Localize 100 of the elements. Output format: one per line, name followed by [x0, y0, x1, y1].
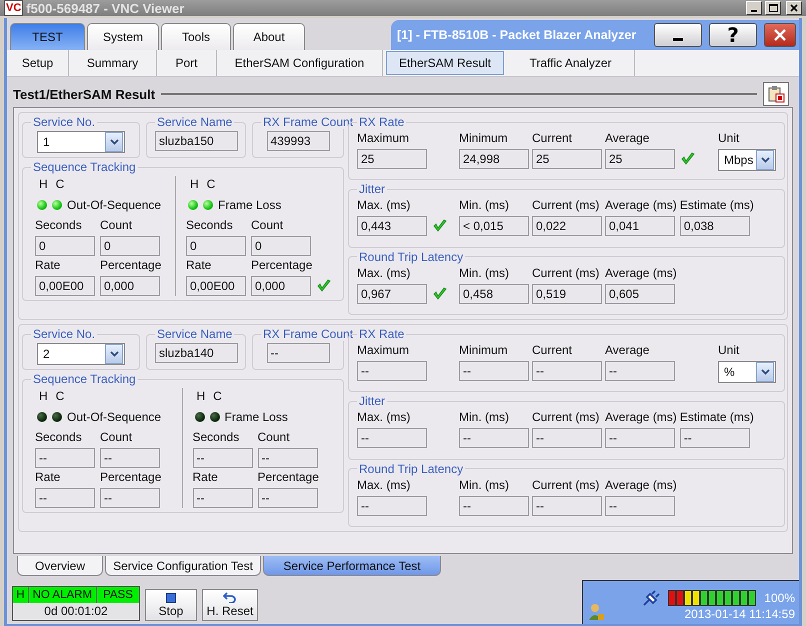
h-label: H — [39, 177, 48, 191]
alarm-cell: PASS — [96, 587, 139, 603]
value-field: -- — [459, 496, 529, 516]
chevron-down-icon — [110, 351, 118, 357]
group-label: Jitter — [358, 182, 386, 196]
field-label: Current (ms) — [532, 478, 600, 492]
value-field: -- — [605, 496, 675, 516]
field-label: Rate — [35, 470, 62, 484]
value-field: -- — [192, 488, 252, 508]
field-label: Estimate (ms) — [680, 198, 754, 212]
main-tab[interactable]: About — [233, 23, 305, 50]
checkmark-icon — [681, 152, 695, 166]
value-field: -- — [35, 448, 95, 468]
value-field: -- — [459, 428, 529, 448]
field-label: Percentage — [251, 258, 314, 272]
group-label: Service Name — [156, 327, 234, 341]
reset-button[interactable]: H. Reset — [202, 589, 258, 621]
value-field: 0,000 — [100, 276, 160, 296]
field-label: Average (ms) — [605, 410, 677, 424]
value-field: 439993 — [266, 131, 330, 151]
group-label: Service Name — [156, 115, 234, 129]
field-label: Rate — [186, 258, 212, 272]
field-label: Average (ms) — [605, 266, 677, 280]
service-dropdown[interactable]: 1 — [37, 131, 125, 153]
value-field: -- — [680, 428, 750, 448]
sub-tab[interactable]: EtherSAM Configuration — [217, 50, 383, 76]
user-lock-icon — [589, 603, 605, 621]
value-field: -- — [100, 448, 160, 468]
value-field: 0,00E00 — [186, 276, 246, 296]
field-label: Average (ms) — [605, 478, 677, 492]
h-label: H — [196, 389, 206, 403]
clipboard-icon — [767, 85, 785, 103]
clipboard-button[interactable] — [763, 82, 789, 106]
main-tab[interactable]: Tools — [161, 23, 231, 50]
close-button[interactable] — [764, 23, 796, 47]
field-label: Max. (ms) — [357, 266, 412, 280]
value-field: 0,519 — [532, 284, 602, 304]
bottom-tab[interactable]: Overview — [17, 556, 103, 576]
value-field: 0,00E00 — [35, 276, 95, 296]
monitor-label: Frame Loss — [224, 410, 288, 424]
minimize-button[interactable] — [654, 23, 702, 47]
value-field: -- — [532, 428, 602, 448]
value-field: -- — [258, 488, 318, 508]
service-dropdown[interactable]: 2 — [37, 343, 125, 365]
plug-icon — [642, 590, 660, 606]
close-icon — [773, 28, 787, 42]
field-label: Min. (ms) — [459, 198, 510, 212]
h-label: H — [39, 389, 48, 403]
field-label: Current (ms) — [532, 266, 600, 280]
field-label: Current (ms) — [532, 198, 600, 212]
group-label: Service No. — [32, 115, 96, 129]
field-label: Min. (ms) — [459, 410, 510, 424]
maximize-icon — [768, 4, 778, 12]
value-field: 24,998 — [459, 149, 529, 169]
unit-dropdown[interactable]: Mbps — [718, 149, 776, 171]
value-field: -- — [532, 496, 602, 516]
field-label: Min. (ms) — [459, 478, 510, 492]
sub-tab[interactable]: Port — [157, 50, 217, 76]
section-title: Test1/EtherSAM Result — [13, 86, 156, 102]
bottom-tab[interactable]: Service Performance Test — [263, 556, 441, 576]
undo-icon — [223, 592, 237, 603]
field-label: Seconds — [35, 218, 83, 232]
c-label: C — [56, 389, 64, 403]
stop-button[interactable]: Stop — [145, 589, 197, 621]
c-label: C — [213, 389, 222, 403]
help-button[interactable]: ? — [709, 23, 757, 47]
sub-tab[interactable]: Summary — [69, 50, 157, 76]
chevron-down-icon — [760, 157, 770, 163]
date-time: 2013-01-14 11:14:59 — [684, 607, 795, 621]
close-icon — [790, 4, 798, 12]
main-tab[interactable]: System — [87, 23, 159, 50]
checkmark-icon — [317, 279, 331, 293]
field-label: Maximum — [357, 131, 410, 145]
value-field: 25 — [357, 149, 427, 169]
value-field: 0,041 — [605, 216, 675, 236]
chevron-down-icon — [110, 139, 118, 145]
sub-tab[interactable]: EtherSAM Result — [386, 51, 504, 75]
alarm-cell: H — [13, 587, 28, 603]
field-label: Current (ms) — [532, 410, 600, 424]
value-field: -- — [532, 361, 602, 381]
window-title: f500-569487 - VNC Viewer — [26, 0, 186, 16]
group-label: Sequence Tracking — [32, 372, 137, 386]
value-field: -- — [357, 428, 427, 448]
monitor-label: Frame Loss — [218, 198, 282, 212]
value-field: -- — [100, 488, 160, 508]
group-label: RX Frame Count — [262, 115, 354, 129]
bottom-tab[interactable]: Service Configuration Test — [105, 556, 261, 576]
value-field: 0,038 — [680, 216, 750, 236]
main-tab[interactable]: TEST — [10, 23, 85, 50]
sub-tab[interactable]: Traffic Analyzer — [507, 50, 635, 76]
checkmark-icon — [433, 219, 447, 234]
field-label: Min. (ms) — [459, 266, 510, 280]
field-label: Count — [258, 430, 291, 444]
group-label: Service No. — [32, 327, 96, 341]
maximize-button[interactable] — [765, 1, 781, 15]
monitor-label: Out-Of-Sequence — [67, 410, 162, 424]
unit-dropdown[interactable]: % — [718, 361, 776, 383]
field-label: Percentage — [258, 470, 320, 484]
sub-tab[interactable]: Setup — [7, 50, 69, 76]
field-label: Max. (ms) — [357, 410, 412, 424]
